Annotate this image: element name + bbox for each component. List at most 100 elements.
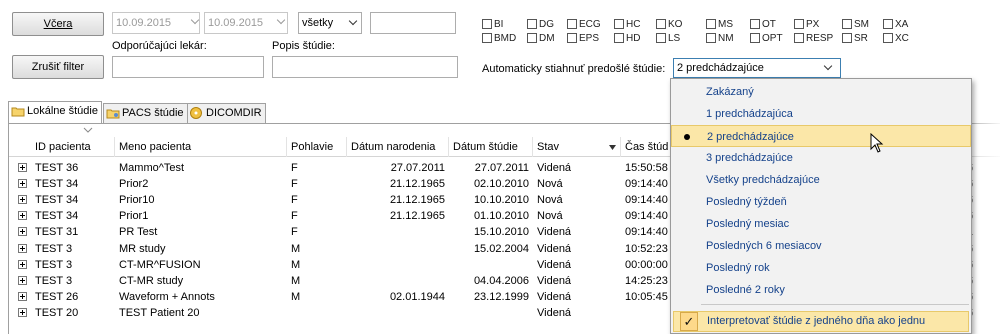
- modality-checkbox-hc[interactable]: HC: [614, 19, 640, 30]
- scope-select[interactable]: všetky: [298, 12, 362, 34]
- text-filter-input[interactable]: [370, 12, 456, 34]
- dropdown-option[interactable]: Posledný týždeň: [671, 191, 971, 213]
- modality-checkbox-xa[interactable]: XA: [883, 19, 908, 30]
- cell-name: Mammo^Test: [119, 162, 185, 174]
- modality-checkbox-sr[interactable]: SR: [842, 33, 868, 44]
- description-input[interactable]: [272, 56, 458, 78]
- expand-icon[interactable]: [18, 259, 27, 269]
- yesterday-button[interactable]: Včera: [12, 12, 104, 36]
- checkbox-box: [750, 19, 760, 30]
- interpret-same-day-option[interactable]: ✓ Interpretovať štúdie z jedného dňa ako…: [673, 311, 969, 332]
- cell-time: 00:00:00: [625, 258, 668, 271]
- checkbox-box: [656, 33, 666, 44]
- col-sex[interactable]: Pohlavie: [287, 137, 347, 157]
- folder-icon: [11, 107, 25, 117]
- cell-id: TEST 34: [35, 210, 79, 223]
- col-birth-date[interactable]: Dátum narodenia: [347, 137, 449, 157]
- modality-checkbox-dm[interactable]: DM: [527, 33, 555, 44]
- modality-checkbox-ot[interactable]: OT: [750, 19, 776, 30]
- col-patient-name[interactable]: Meno pacienta: [115, 137, 287, 157]
- col-status[interactable]: Stav: [533, 137, 621, 157]
- dropdown-option[interactable]: Posledných 6 mesiacov: [671, 235, 971, 257]
- expand-icon[interactable]: [18, 195, 27, 205]
- modality-checkbox-ecg[interactable]: ECG: [567, 19, 601, 30]
- cell-status: Videná: [537, 306, 572, 319]
- modality-checkbox-ls[interactable]: LS: [656, 33, 680, 44]
- cell-id: TEST 34: [35, 194, 79, 207]
- checkbox-box: [883, 33, 893, 44]
- dropdown-option[interactable]: 2 predchádzajúce: [671, 125, 971, 147]
- dropdown-option[interactable]: Všetky predchádzajúce: [671, 169, 971, 191]
- col-patient-id[interactable]: ID pacienta: [31, 137, 115, 157]
- cell-time: 09:14:40: [625, 194, 668, 207]
- modality-checkbox-opt[interactable]: OPT: [750, 33, 783, 44]
- modality-checkbox-xc[interactable]: XC: [883, 33, 909, 44]
- expand-icon[interactable]: [18, 307, 27, 317]
- modality-checkbox-eps[interactable]: EPS: [567, 33, 599, 44]
- dropdown-option[interactable]: Posledný mesiac: [671, 213, 971, 235]
- cell-time: 10:52:23: [625, 242, 668, 255]
- cell-time: 15:50:58: [625, 162, 668, 174]
- expand-icon[interactable]: [18, 291, 27, 301]
- tab-dicomdir[interactable]: DICOMDIR: [187, 103, 266, 123]
- cell-sex: F: [291, 162, 298, 174]
- expand-icon[interactable]: [18, 275, 27, 285]
- checkbox-box: [567, 33, 577, 44]
- disc-icon: [190, 107, 202, 120]
- cell-sex: M: [291, 258, 301, 271]
- dropdown-option[interactable]: 3 predchádzajúce: [671, 147, 971, 169]
- date-to-dropdown-icon[interactable]: [276, 15, 286, 29]
- modality-checkbox-nm[interactable]: NM: [706, 33, 734, 44]
- modality-checkbox-bi[interactable]: BI: [482, 19, 503, 30]
- referring-physician-input[interactable]: [112, 56, 264, 78]
- cell-status: Videná: [537, 242, 572, 255]
- tab-local-studies[interactable]: Lokálne štúdie: [8, 101, 102, 123]
- checkbox-box: [614, 19, 624, 30]
- tab-pacs-studies[interactable]: PACS štúdie: [103, 103, 188, 123]
- modality-checkbox-ko[interactable]: KO: [656, 19, 682, 30]
- pacs-folder-icon: [106, 109, 120, 119]
- cell-id: TEST 20: [35, 306, 79, 319]
- expand-icon[interactable]: [18, 163, 27, 172]
- modality-checkbox-sm[interactable]: SM: [842, 19, 869, 30]
- cell-time: 09:14:40: [625, 178, 668, 191]
- checkbox-box: [794, 19, 804, 30]
- expand-icon[interactable]: [18, 179, 27, 189]
- col-study-date[interactable]: Dátum štúdie: [449, 137, 533, 157]
- dropdown-option[interactable]: Posledné 2 roky: [671, 279, 971, 301]
- date-from-dropdown-icon[interactable]: [190, 15, 200, 29]
- date-from-input[interactable]: 10.09.2015: [112, 12, 200, 34]
- cell-status: Videná: [537, 274, 572, 287]
- modality-checkbox-hd[interactable]: HD: [614, 33, 640, 44]
- expand-icon[interactable]: [18, 243, 27, 253]
- cell-sex: F: [291, 226, 298, 239]
- cell-sex: F: [291, 194, 298, 207]
- dropdown-option[interactable]: Posledný rok: [671, 257, 971, 279]
- description-label: Popis štúdie:: [272, 40, 335, 52]
- cell-name: Prior2: [119, 178, 149, 191]
- checkbox-box: [527, 33, 537, 44]
- auto-download-label: Automaticky stiahnuť predošlé štúdie:: [482, 63, 666, 75]
- modality-checkbox-bmd[interactable]: BMD: [482, 33, 516, 44]
- cell-time: 10:05:45: [625, 290, 668, 303]
- cell-dob: 21.12.1965: [389, 210, 445, 223]
- checkbox-box: [482, 19, 492, 30]
- auto-download-dropdown: Zakázaný 1 predchádzajúca 2 predchádzajúce…: [670, 78, 972, 334]
- modality-checkbox-px[interactable]: PX: [794, 19, 819, 30]
- modality-checkbox-resp[interactable]: RESP: [794, 33, 833, 44]
- clear-filter-button[interactable]: Zrušiť filter: [12, 55, 104, 79]
- cell-time: 14:25:23: [625, 274, 668, 287]
- modality-checkbox-dg[interactable]: DG: [527, 19, 554, 30]
- cell-name: CT-MR^FUSION: [119, 258, 201, 271]
- expand-icon[interactable]: [18, 227, 27, 237]
- cell-date: 15.02.2004: [473, 242, 529, 255]
- cell-dob: 02.01.1944: [389, 290, 445, 303]
- cell-date: 10.10.2010: [473, 194, 529, 207]
- expand-icon[interactable]: [18, 211, 27, 221]
- modality-checkbox-ms[interactable]: MS: [706, 19, 733, 30]
- dropdown-option[interactable]: 1 predchádzajúca: [671, 103, 971, 125]
- cell-id: TEST 3: [35, 258, 73, 271]
- dropdown-option[interactable]: Zakázaný: [671, 81, 971, 103]
- cell-name: Waveform + Annots: [119, 290, 215, 303]
- auto-download-combo[interactable]: 2 predchádzajúce: [673, 58, 841, 78]
